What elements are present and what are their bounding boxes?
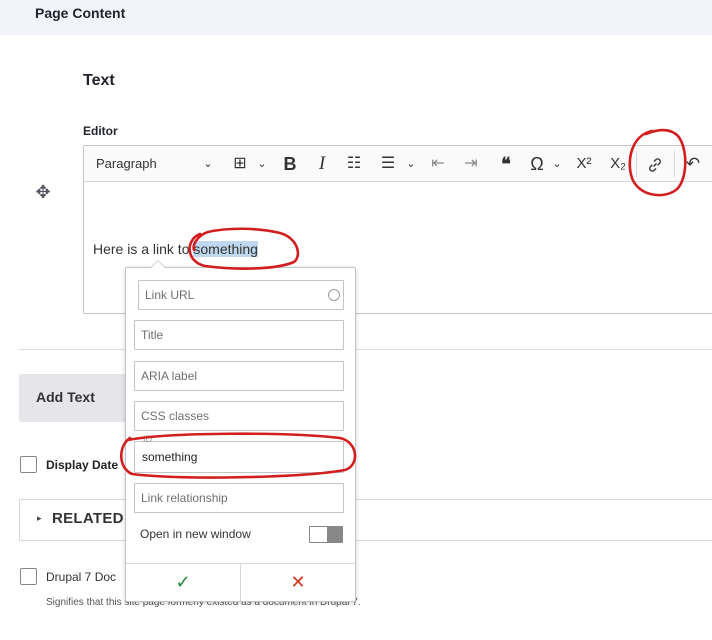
special-chars-icon[interactable]: Ω xyxy=(526,146,548,182)
save-link-button[interactable]: ✓ xyxy=(126,564,240,601)
display-date-label: Display Date xyxy=(46,458,119,472)
drupal7-checkbox[interactable] xyxy=(20,568,37,585)
editor-content[interactable]: Here is a link to something xyxy=(93,240,258,258)
link-title-placeholder: Title xyxy=(141,328,164,342)
cancel-link-button[interactable]: ✕ xyxy=(241,564,355,601)
indent-icon[interactable]: ⇥ xyxy=(460,146,482,182)
check-icon: ✓ xyxy=(175,572,191,592)
circle-icon xyxy=(328,289,340,301)
css-classes-placeholder: CSS classes xyxy=(141,409,210,423)
link-id-label: ID xyxy=(143,434,152,444)
blockquote-icon[interactable]: ❝ xyxy=(495,146,517,182)
balloon-arrow-inner xyxy=(151,261,165,268)
chevron-down-icon: ⌄ xyxy=(203,158,213,170)
undo-icon[interactable]: ↶ xyxy=(682,146,704,182)
bold-button[interactable]: B xyxy=(280,146,300,182)
aria-label-placeholder: ARIA label xyxy=(141,369,198,383)
page-content-title: Page Content xyxy=(35,5,126,21)
related-title: RELATED xyxy=(52,510,124,527)
drag-handle-icon[interactable]: ✥ xyxy=(34,183,52,201)
toolbar-separator xyxy=(674,151,675,177)
numbered-list-icon[interactable]: ☰ xyxy=(377,146,399,182)
chevron-down-icon[interactable]: ⌄ xyxy=(551,146,563,182)
drupal7-label: Drupal 7 Doc xyxy=(46,570,117,584)
link-icon[interactable] xyxy=(644,146,666,182)
display-date-checkbox[interactable] xyxy=(20,456,37,473)
paragraph-title: Text xyxy=(83,72,115,89)
link-title-input[interactable] xyxy=(134,320,344,350)
superscript-icon[interactable]: X² xyxy=(572,146,596,182)
chevron-right-icon: ▸ xyxy=(37,513,42,523)
selected-text: something xyxy=(193,241,258,257)
chevron-down-icon[interactable]: ⌄ xyxy=(256,146,268,182)
add-text-label: Add Text xyxy=(36,389,95,405)
link-relationship-placeholder: Link relationship xyxy=(141,491,228,505)
toggle-knob xyxy=(327,527,342,542)
source-icon[interactable]: ⊞ xyxy=(229,146,251,182)
link-icon-glyph xyxy=(649,158,661,173)
subscript-icon[interactable]: X₂ xyxy=(606,146,630,182)
close-icon: ✕ xyxy=(290,572,306,592)
link-balloon xyxy=(125,267,356,602)
link-id-value: something xyxy=(142,450,198,464)
new-window-label: Open in new window xyxy=(140,527,251,541)
toolbar-separator xyxy=(636,151,637,177)
link-url-placeholder: Link URL xyxy=(145,288,195,302)
editor-label: Editor xyxy=(83,124,118,138)
heading-dropdown[interactable]: Paragraph xyxy=(96,146,157,182)
italic-button[interactable]: I xyxy=(313,146,331,182)
chevron-down-icon[interactable]: ⌄ xyxy=(405,146,417,182)
outdent-icon[interactable]: ⇤ xyxy=(427,146,449,182)
bulleted-list-icon[interactable]: ☷ xyxy=(343,146,365,182)
editor-text: Here is a link to xyxy=(93,241,194,257)
